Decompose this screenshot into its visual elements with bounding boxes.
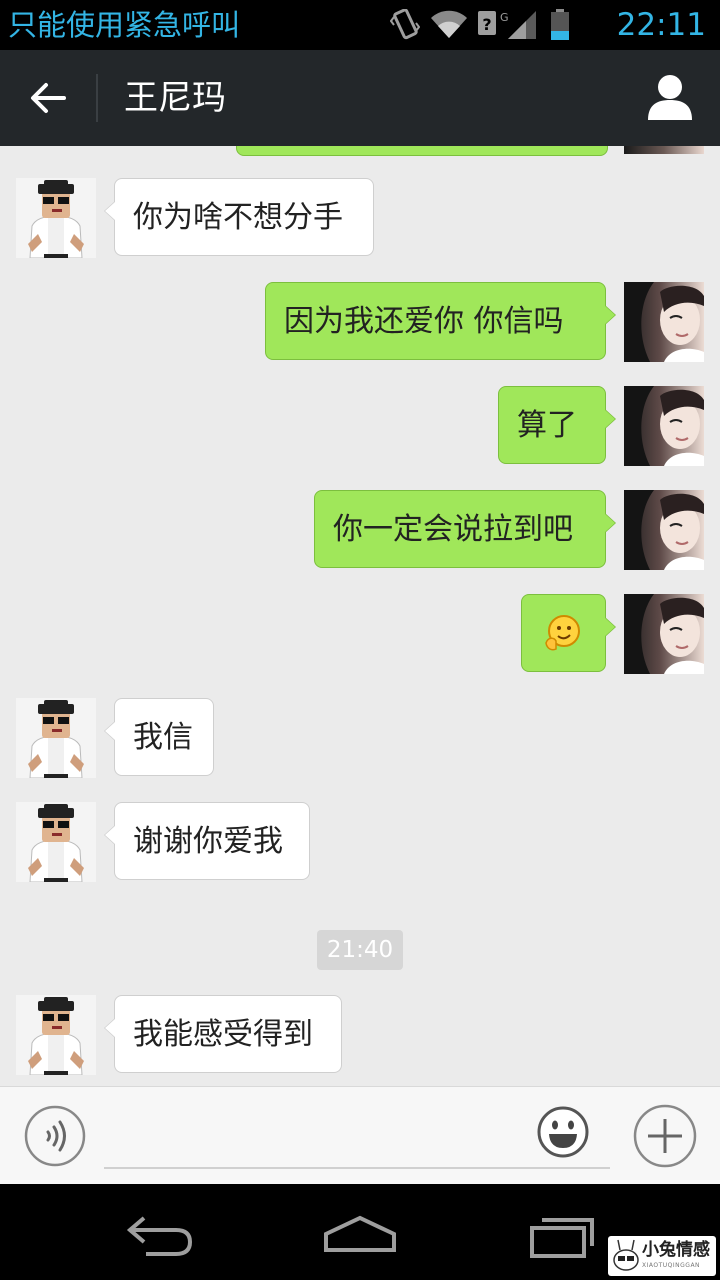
status-time: 22:11 — [616, 7, 706, 43]
nav-recent-apps-icon[interactable] — [528, 1210, 596, 1260]
battery-icon — [551, 9, 569, 40]
carrier-status-text: 只能使用紧急呼叫 — [8, 8, 241, 42]
chat-title: 王尼玛 — [124, 78, 226, 118]
watermark-subtitle: XIAOTUQINGGAN — [642, 1262, 701, 1269]
svg-text:G: G — [500, 11, 509, 24]
back-button[interactable] — [18, 72, 78, 124]
status-bar: 只能使用紧急呼叫 ? G 22:11 — [0, 0, 720, 50]
nav-home-icon[interactable] — [322, 1214, 398, 1254]
watermark-title: 小兔情感 — [642, 1240, 710, 1260]
profile-button[interactable] — [642, 70, 698, 126]
user-avatar[interactable] — [624, 282, 704, 362]
partial-avatar — [624, 146, 704, 154]
outgoing-message[interactable]: 因为我还爱你 你信吗 — [265, 282, 616, 360]
incoming-message[interactable]: 你为啥不想分手 — [104, 178, 374, 256]
chat-header: 王尼玛 — [0, 50, 720, 146]
status-icons: ? G — [390, 8, 570, 42]
message-input-bar — [0, 1086, 720, 1185]
emoji-icon[interactable] — [536, 1105, 590, 1159]
watermark-logo: 小兔情感 XIAOTUQINGGAN — [608, 1236, 716, 1276]
vibrate-icon — [390, 9, 420, 40]
signal-icon: ? G — [478, 11, 536, 39]
outgoing-message[interactable]: 算了 — [498, 386, 616, 464]
chat-message-list[interactable]: 你为啥不想分手 因为我还爱你 你信吗 算了 你一定会说拉到吧 我信 谢谢你爱我 … — [0, 146, 720, 1086]
incoming-message[interactable]: 我信 — [104, 698, 214, 776]
wifi-icon — [431, 10, 467, 39]
outgoing-message[interactable]: 你一定会说拉到吧 — [314, 490, 616, 568]
contact-avatar[interactable] — [16, 178, 96, 258]
contact-avatar[interactable] — [16, 698, 96, 778]
user-avatar[interactable] — [624, 594, 704, 674]
back-arrow-icon — [31, 83, 66, 113]
svg-text:?: ? — [482, 15, 491, 34]
contact-avatar[interactable] — [16, 995, 96, 1075]
contact-avatar[interactable] — [16, 802, 96, 882]
user-avatar[interactable] — [624, 490, 704, 570]
nav-back-icon[interactable] — [124, 1210, 196, 1260]
message-timestamp: 21:40 — [317, 930, 403, 970]
partial-message-bubble — [236, 146, 608, 156]
outgoing-emoji-message[interactable] — [521, 594, 616, 672]
thinking-face-emoji — [545, 615, 580, 651]
message-text-input[interactable] — [104, 1107, 610, 1169]
voice-icon[interactable] — [24, 1105, 86, 1167]
header-divider — [96, 74, 98, 122]
rabbit-logo-icon — [613, 1239, 639, 1271]
profile-icon — [648, 75, 692, 120]
user-avatar[interactable] — [624, 386, 704, 466]
plus-icon[interactable] — [633, 1104, 697, 1168]
incoming-message[interactable]: 谢谢你爱我 — [104, 802, 310, 880]
incoming-message[interactable]: 我能感受得到 — [104, 995, 342, 1073]
